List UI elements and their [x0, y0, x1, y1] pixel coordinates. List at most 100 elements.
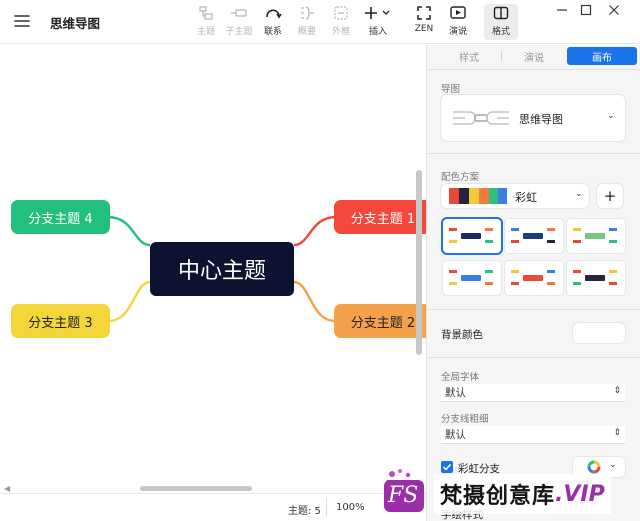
structure-thumbnail-icon	[453, 111, 509, 125]
structure-value: 思维导图	[519, 113, 563, 126]
tab-canvas[interactable]: 画布	[567, 47, 637, 65]
global-font-select[interactable]: 默认 ⇕	[441, 384, 625, 402]
summary-button-label: 概要	[297, 27, 316, 37]
status-divider	[326, 498, 327, 516]
maximize-icon[interactable]	[575, 2, 597, 18]
central-topic-node[interactable]: 中心主题	[150, 242, 294, 296]
tab-style[interactable]: 样式	[439, 47, 499, 65]
vertical-scrollbar[interactable]	[416, 170, 422, 355]
topic-button-label: 主题	[196, 27, 215, 37]
rainbow-swatch-icon	[449, 188, 507, 204]
up-down-icon: ⇕	[613, 428, 621, 438]
zen-icon	[415, 4, 433, 22]
format-icon	[492, 4, 510, 22]
watermark: FS 梵摄创意库 .VIP	[374, 460, 640, 521]
theme-thumbnail-5[interactable]	[505, 261, 563, 295]
branch-topic-2-node[interactable]: 分支主题 2	[334, 304, 426, 338]
color-scheme-select[interactable]: 彩虹 ⌄	[441, 184, 589, 208]
theme-thumbnail-2[interactable]	[505, 219, 563, 253]
color-scheme-label: 配色方案	[441, 172, 480, 183]
theme-thumbnail-4[interactable]	[443, 261, 501, 295]
branch-line-4	[107, 215, 151, 247]
structure-select[interactable]: 思维导图 ⌄	[441, 95, 625, 141]
boundary-button[interactable]: 外框	[324, 4, 358, 40]
up-down-icon: ⇕	[613, 386, 621, 396]
plus-icon: +	[603, 187, 617, 205]
structure-label: 导图	[441, 84, 461, 95]
branch-line-2	[293, 280, 337, 323]
chevron-down-icon: ⌄	[607, 111, 615, 121]
boundary-button-label: 外框	[331, 27, 350, 37]
background-color-swatch[interactable]	[573, 323, 625, 343]
global-font-label: 全局字体	[441, 372, 480, 383]
subtopic-button[interactable]: 子主题	[222, 4, 256, 40]
theme-preview-2	[511, 228, 555, 243]
theme-thumbnail-6[interactable]	[567, 261, 625, 295]
horizontal-scroll-thumb[interactable]	[140, 486, 252, 491]
summary-icon	[298, 4, 316, 22]
zoom-level[interactable]: 100%	[336, 502, 365, 513]
branch-width-label: 分支线粗细	[441, 414, 489, 425]
background-color-label: 背景颜色	[441, 329, 483, 341]
app-title: 思维导图	[50, 16, 101, 31]
theme-thumbnail-3[interactable]	[567, 219, 625, 253]
topic-count: 主题: 5	[288, 506, 321, 517]
relation-button[interactable]: 联系	[256, 4, 290, 40]
present-button[interactable]: 演说	[441, 4, 475, 40]
summary-button[interactable]: 概要	[290, 4, 324, 40]
watermark-logo-icon: FS	[380, 466, 428, 514]
minimize-icon[interactable]	[551, 2, 573, 18]
branch-width-value: 默认	[445, 429, 466, 441]
branch-topic-3-node[interactable]: 分支主题 3	[11, 304, 110, 338]
watermark-logo-text: FS	[388, 483, 419, 508]
theme-thumbnail-1[interactable]	[443, 219, 501, 253]
branch-width-select[interactable]: 默认 ⇕	[441, 426, 625, 444]
section-divider	[427, 357, 640, 358]
close-icon[interactable]	[603, 2, 625, 18]
boundary-icon	[332, 4, 350, 22]
format-button-label: 格式	[491, 27, 510, 37]
mindmap-canvas[interactable]: 中心主题 分支主题 1 分支主题 2 分支主题 3 分支主题 4	[0, 45, 426, 491]
insert-button[interactable]: 插入	[360, 4, 396, 40]
present-icon	[449, 4, 467, 22]
relation-button-label: 联系	[263, 27, 282, 37]
relation-icon	[264, 4, 282, 22]
format-button[interactable]: 格式	[484, 4, 518, 40]
branch-line-1	[293, 215, 337, 247]
subtopic-icon	[230, 4, 248, 22]
menu-icon[interactable]	[14, 14, 30, 28]
theme-preview-3	[573, 228, 617, 243]
chevron-down-icon: ⌄	[575, 189, 583, 199]
color-scheme-value: 彩虹	[515, 191, 537, 204]
watermark-text: 梵摄创意库	[440, 484, 556, 509]
section-divider	[427, 309, 640, 310]
insert-button-label: 插入	[368, 27, 387, 37]
branch-line-3	[107, 280, 151, 323]
scroll-left-arrow-icon[interactable]: ◀	[4, 484, 10, 493]
theme-preview-1	[449, 228, 493, 243]
subtopic-button-label: 子主题	[225, 27, 253, 37]
present-button-label: 演说	[448, 27, 467, 37]
watermark-suffix: .VIP	[555, 481, 605, 507]
insert-icon	[363, 4, 393, 22]
status-bar: 主题: 5 100%	[0, 493, 426, 521]
top-toolbar: 思维导图 主题 子主题 联系 概要 外框 插入 ZEN 演说 格式	[0, 0, 640, 44]
zen-button-label: ZEN	[414, 24, 434, 34]
format-panel: 样式 演说 画布 导图 思维导图 ⌄ 配色方案 彩虹 ⌄ + 背景颜色 全局字体…	[426, 45, 640, 521]
theme-preview-6	[573, 270, 617, 285]
topic-icon	[197, 4, 215, 22]
zen-button[interactable]: ZEN	[407, 4, 441, 40]
branch-topic-4-node[interactable]: 分支主题 4	[11, 200, 110, 234]
theme-preview-4	[449, 270, 493, 285]
section-divider	[427, 153, 640, 154]
topic-button[interactable]: 主题	[189, 4, 223, 40]
add-color-scheme-button[interactable]: +	[597, 184, 623, 208]
panel-tabs: 样式 演说 画布	[435, 45, 637, 67]
branch-topic-1-node[interactable]: 分支主题 1	[334, 200, 426, 234]
tab-divider	[501, 51, 502, 61]
theme-preview-5	[511, 270, 555, 285]
global-font-value: 默认	[445, 387, 466, 399]
horizontal-scrollbar[interactable]: ◀	[0, 484, 418, 493]
tabs-divider	[427, 69, 640, 70]
tab-present[interactable]: 演说	[503, 47, 565, 65]
